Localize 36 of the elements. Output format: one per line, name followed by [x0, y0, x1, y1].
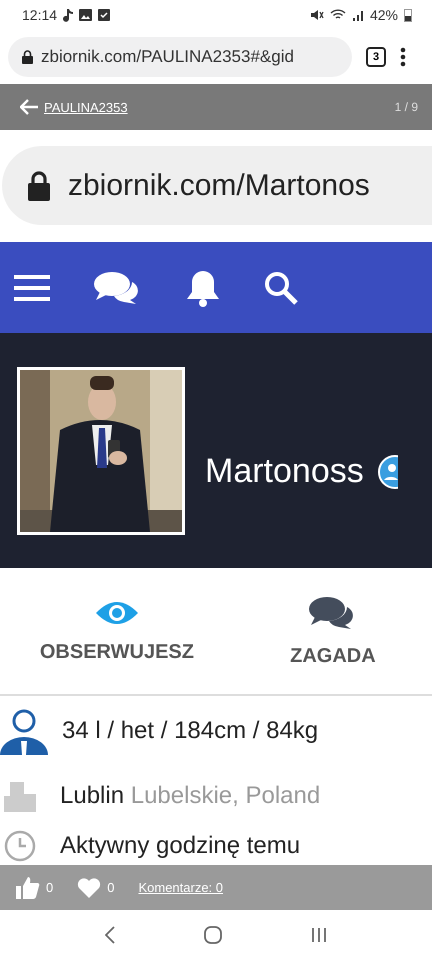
url-text: zbiornik.com/PAULINA2353#&gid: [41, 47, 294, 67]
bell-icon: [186, 268, 220, 306]
group-icon: [378, 454, 398, 488]
signal-icon: [352, 9, 364, 21]
image-counter: 1 / 9: [394, 100, 418, 114]
thumbs-up-icon[interactable]: [16, 876, 40, 898]
image-icon: [79, 9, 92, 21]
heart-count: 0: [107, 880, 114, 895]
back-arrow-icon[interactable]: [20, 99, 38, 115]
mute-icon: [310, 9, 324, 21]
detail-text: Aktywny godzinę temu: [60, 832, 300, 860]
heart-icon[interactable]: [77, 878, 102, 898]
user-link[interactable]: PAULINA2353: [44, 100, 128, 114]
lock-icon: [28, 170, 50, 200]
recent-apps-icon[interactable]: [311, 927, 328, 943]
home-icon[interactable]: [204, 926, 222, 944]
address-bar[interactable]: zbiornik.com/PAULINA2353#&gid: [8, 37, 352, 77]
profile-name: Martonoss: [205, 452, 364, 491]
clock-icon: [4, 830, 36, 862]
music-note-icon: [63, 8, 74, 22]
building-icon: [4, 780, 36, 812]
menu-icon: [14, 274, 50, 300]
search-icon: [264, 270, 298, 304]
lock-icon: [22, 50, 33, 64]
tab-count-button[interactable]: 3: [366, 47, 386, 67]
battery-percent: 42%: [370, 7, 398, 23]
back-icon[interactable]: [104, 926, 115, 944]
clock-time: 12:14: [22, 7, 58, 23]
battery-icon: [404, 8, 412, 22]
checkbox-icon: [98, 9, 110, 21]
url-text: zbiornik.com/Martonos: [68, 168, 370, 202]
detail-text: Lublin Lubelskie, Poland: [60, 782, 320, 810]
wifi-icon: [330, 9, 346, 21]
detail-text: 34 l / het / 184cm / 84kg: [62, 717, 318, 745]
like-count: 0: [46, 880, 54, 895]
more-menu-icon[interactable]: [400, 47, 406, 67]
